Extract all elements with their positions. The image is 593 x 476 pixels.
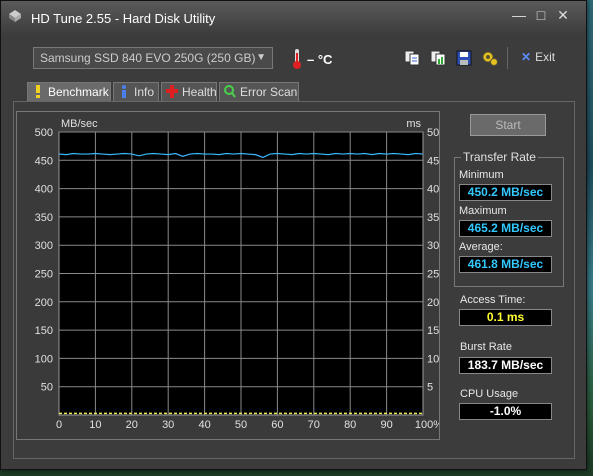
- y2-tick-label: 45: [427, 155, 439, 167]
- y2-tick-label: 40: [427, 184, 439, 196]
- tab-error-scan[interactable]: Error Scan: [219, 82, 299, 101]
- y-tick-label: 500: [35, 127, 53, 139]
- maximize-button[interactable]: □: [531, 7, 551, 23]
- copy-icon[interactable]: [403, 49, 421, 67]
- burst-rate-value: 183.7 MB/sec: [459, 357, 552, 374]
- y2-tick-label: 20: [427, 297, 439, 309]
- error-scan-icon: [224, 85, 236, 98]
- x-tick-label: 100%: [415, 419, 439, 431]
- minimum-value: 450.2 MB/sec: [459, 184, 552, 201]
- x-tick-label: 90: [380, 419, 392, 431]
- access-time-label: Access Time:: [460, 294, 526, 306]
- drive-select[interactable]: Samsung SSD 840 EVO 250G (250 GB) ▼: [33, 47, 273, 69]
- tab-health-label: Health: [182, 85, 217, 99]
- start-button[interactable]: Start: [470, 114, 546, 136]
- options-icon[interactable]: [481, 49, 499, 67]
- toolbar: Samsung SSD 840 EVO 250G (250 GB) ▼ – °C: [9, 41, 578, 77]
- benchmark-panel: 500 450 400 350 300 250 200 150 100 50 50 45 40 35 30…: [13, 101, 575, 459]
- transfer-rate-group: Transfer Rate Minimum 450.2 MB/sec Maxim…: [454, 150, 564, 287]
- x-tick-label: 40: [198, 419, 210, 431]
- tab-info-label: Info: [134, 85, 155, 99]
- minimum-label: Minimum: [459, 169, 504, 181]
- tab-error-scan-label: Error Scan: [240, 85, 298, 99]
- x-tick-label: 70: [308, 419, 320, 431]
- x-tick-label: 60: [271, 419, 283, 431]
- chevron-down-icon: ▼: [256, 52, 266, 63]
- chart-frame: 500 450 400 350 300 250 200 150 100 50 50 45 40 35 30…: [16, 111, 444, 440]
- y-tick-label: 400: [35, 184, 53, 196]
- toolbar-divider: [507, 47, 508, 69]
- tab-health[interactable]: Health: [161, 82, 217, 101]
- y-tick-label: 250: [35, 269, 53, 281]
- copy-chart-icon[interactable]: [429, 49, 447, 67]
- y-tick-label: 450: [35, 155, 53, 167]
- tab-info[interactable]: Info: [113, 82, 159, 101]
- y2-tick-label: 30: [427, 240, 439, 252]
- x-tick-label: 0: [56, 419, 62, 431]
- y-tick-label: 200: [35, 297, 53, 309]
- x-tick-label: 30: [162, 419, 174, 431]
- y2-tick-label: 35: [427, 212, 439, 224]
- save-icon[interactable]: [455, 49, 473, 67]
- exit-icon: ✕: [521, 50, 532, 64]
- tab-benchmark[interactable]: Benchmark: [27, 82, 111, 101]
- y2-tick-label: 25: [427, 269, 439, 281]
- x-tick-label: 80: [344, 419, 356, 431]
- y2-tick-label: 10: [427, 353, 439, 365]
- x-tick-label: 10: [89, 419, 101, 431]
- x-tick-label: 20: [126, 419, 138, 431]
- info-icon: [122, 85, 126, 98]
- y-tick-label: 50: [41, 382, 53, 394]
- tab-benchmark-label: Benchmark: [48, 85, 109, 99]
- burst-rate-label: Burst Rate: [460, 341, 512, 353]
- y-tick-label: 300: [35, 240, 53, 252]
- average-value: 461.8 MB/sec: [459, 256, 552, 273]
- title-bar[interactable]: HD Tune 2.55 - Hard Disk Utility — □ ✕: [1, 1, 586, 35]
- y2-axis-label: ms: [406, 118, 421, 130]
- health-icon: [166, 85, 178, 98]
- y2-tick-label: 5: [427, 382, 433, 394]
- maximum-value: 465.2 MB/sec: [459, 220, 552, 237]
- benchmark-icon: [36, 85, 40, 98]
- y2-tick-label: 50: [427, 127, 439, 139]
- average-label: Average:: [459, 241, 503, 253]
- drive-select-value: Samsung SSD 840 EVO 250G (250 GB): [40, 51, 256, 65]
- y-tick-label: 100: [35, 353, 53, 365]
- y-tick-label: 350: [35, 212, 53, 224]
- cpu-usage-label: CPU Usage: [460, 388, 519, 400]
- close-button[interactable]: ✕: [553, 7, 573, 23]
- y2-tick-label: 15: [427, 325, 439, 337]
- transfer-rate-title: Transfer Rate: [461, 150, 538, 164]
- transfer-chart: 50045040035030025020015010050 5045403530…: [35, 118, 444, 431]
- x-tick-label: 50: [235, 419, 247, 431]
- exit-button[interactable]: ✕ Exit: [521, 50, 555, 64]
- y-tick-label: 150: [35, 325, 53, 337]
- thermometer-icon: [293, 49, 301, 69]
- y-axis-label: MB/sec: [61, 118, 98, 130]
- disk-icon: [9, 10, 21, 22]
- temperature-readout: – °C: [307, 52, 333, 67]
- access-time-value: 0.1 ms: [459, 309, 552, 326]
- window-title: HD Tune 2.55 - Hard Disk Utility: [31, 11, 216, 26]
- app-window: HD Tune 2.55 - Hard Disk Utility — □ ✕ S…: [0, 0, 587, 470]
- exit-label: Exit: [535, 50, 556, 64]
- cpu-usage-value: -1.0%: [459, 403, 552, 420]
- maximum-label: Maximum: [459, 205, 507, 217]
- minimize-button[interactable]: —: [509, 7, 529, 23]
